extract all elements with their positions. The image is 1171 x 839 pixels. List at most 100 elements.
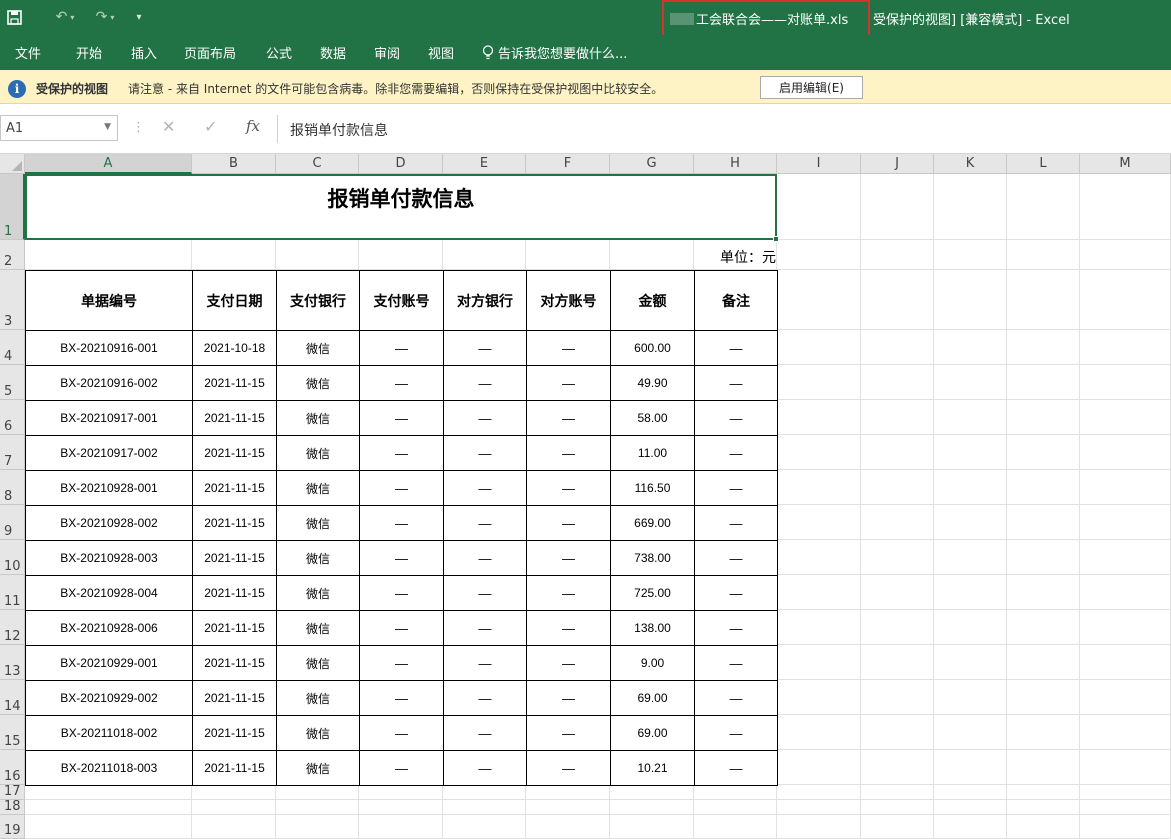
peer-account-cell[interactable]: —: [526, 540, 611, 576]
save-icon[interactable]: [4, 7, 24, 27]
amount-cell[interactable]: 9.00: [610, 645, 695, 681]
remark-cell[interactable]: —: [694, 330, 778, 366]
insert-function-icon[interactable]: fx: [246, 117, 260, 135]
fill-handle[interactable]: [773, 236, 779, 242]
pay-date-cell[interactable]: 2021-11-15: [192, 470, 277, 506]
column-heading[interactable]: 备注: [694, 270, 778, 331]
tab-view[interactable]: 视图: [428, 43, 454, 62]
customize-toolbar-icon[interactable]: ▾: [132, 7, 146, 27]
peer-account-cell[interactable]: —: [526, 505, 611, 541]
amount-cell[interactable]: 58.00: [610, 400, 695, 436]
doc-number-cell[interactable]: BX-20210929-002: [25, 680, 193, 716]
column-header-m[interactable]: M: [1080, 154, 1171, 174]
amount-cell[interactable]: 600.00: [610, 330, 695, 366]
pay-date-cell[interactable]: 2021-11-15: [192, 715, 277, 751]
pay-account-cell[interactable]: —: [359, 330, 444, 366]
amount-cell[interactable]: 69.00: [610, 715, 695, 751]
column-heading[interactable]: 对方银行: [443, 270, 527, 331]
remark-cell[interactable]: —: [694, 400, 778, 436]
chevron-down-icon[interactable]: ▼: [104, 122, 111, 132]
column-heading[interactable]: 支付账号: [359, 270, 444, 331]
remark-cell[interactable]: —: [694, 540, 778, 576]
column-header-a[interactable]: A: [25, 154, 192, 174]
pay-account-cell[interactable]: —: [359, 680, 444, 716]
row-header-7[interactable]: 7: [0, 435, 25, 470]
pay-bank-cell[interactable]: 微信: [276, 435, 360, 471]
pay-date-cell[interactable]: 2021-11-15: [192, 645, 277, 681]
pay-account-cell[interactable]: —: [359, 540, 444, 576]
cancel-icon[interactable]: ✕: [162, 117, 175, 136]
redo-icon[interactable]: ↷ ▾: [88, 7, 122, 27]
tab-data[interactable]: 数据: [320, 43, 346, 62]
column-header-e[interactable]: E: [443, 154, 526, 174]
remark-cell[interactable]: —: [694, 645, 778, 681]
pay-bank-cell[interactable]: 微信: [276, 470, 360, 506]
amount-cell[interactable]: 116.50: [610, 470, 695, 506]
pay-date-cell[interactable]: 2021-11-15: [192, 505, 277, 541]
column-header-h[interactable]: H: [694, 154, 777, 174]
peer-account-cell[interactable]: —: [526, 680, 611, 716]
undo-dropdown-icon[interactable]: ▾: [70, 13, 74, 22]
peer-account-cell[interactable]: —: [526, 330, 611, 366]
pay-bank-cell[interactable]: 微信: [276, 680, 360, 716]
row-header-9[interactable]: 9: [0, 505, 25, 540]
peer-bank-cell[interactable]: —: [443, 540, 527, 576]
pay-bank-cell[interactable]: 微信: [276, 330, 360, 366]
amount-cell[interactable]: 138.00: [610, 610, 695, 646]
column-header-f[interactable]: F: [526, 154, 610, 174]
amount-cell[interactable]: 738.00: [610, 540, 695, 576]
column-heading[interactable]: 金额: [610, 270, 695, 331]
pay-date-cell[interactable]: 2021-11-15: [192, 400, 277, 436]
row-header-15[interactable]: 15: [0, 715, 25, 750]
column-heading[interactable]: 支付日期: [192, 270, 277, 331]
pay-account-cell[interactable]: —: [359, 400, 444, 436]
pay-account-cell[interactable]: —: [359, 365, 444, 401]
peer-bank-cell[interactable]: —: [443, 435, 527, 471]
pay-bank-cell[interactable]: 微信: [276, 750, 360, 786]
pay-account-cell[interactable]: —: [359, 435, 444, 471]
pay-date-cell[interactable]: 2021-11-15: [192, 435, 277, 471]
doc-number-cell[interactable]: BX-20210929-001: [25, 645, 193, 681]
row-header-8[interactable]: 8: [0, 470, 25, 505]
remark-cell[interactable]: —: [694, 680, 778, 716]
pay-date-cell[interactable]: 2021-11-15: [192, 750, 277, 786]
peer-bank-cell[interactable]: —: [443, 715, 527, 751]
row-header-6[interactable]: 6: [0, 400, 25, 435]
pay-bank-cell[interactable]: 微信: [276, 400, 360, 436]
remark-cell[interactable]: —: [694, 470, 778, 506]
remark-cell[interactable]: —: [694, 365, 778, 401]
tab-home[interactable]: 开始: [76, 43, 102, 62]
column-header-b[interactable]: B: [192, 154, 276, 174]
worksheet-grid[interactable]: ABCDEFGHIJKLM 1 2 3 4 5 6 7 8 9 10 11 12 13 14 15 16 17 1…: [0, 154, 1171, 839]
peer-bank-cell[interactable]: —: [443, 470, 527, 506]
row-header-10[interactable]: 10: [0, 540, 25, 575]
amount-cell[interactable]: 11.00: [610, 435, 695, 471]
peer-bank-cell[interactable]: —: [443, 610, 527, 646]
row-header-4[interactable]: 4: [0, 330, 25, 365]
tab-file[interactable]: 文件: [0, 35, 56, 70]
pay-date-cell[interactable]: 2021-11-15: [192, 575, 277, 611]
doc-number-cell[interactable]: BX-20210916-001: [25, 330, 193, 366]
peer-account-cell[interactable]: —: [526, 645, 611, 681]
row-header-16[interactable]: 16: [0, 750, 25, 785]
amount-cell[interactable]: 669.00: [610, 505, 695, 541]
row-header-18[interactable]: 18: [0, 799, 25, 815]
pay-bank-cell[interactable]: 微信: [276, 575, 360, 611]
amount-cell[interactable]: 69.00: [610, 680, 695, 716]
pay-account-cell[interactable]: —: [359, 505, 444, 541]
pay-bank-cell[interactable]: 微信: [276, 505, 360, 541]
pay-date-cell[interactable]: 2021-11-15: [192, 365, 277, 401]
column-header-d[interactable]: D: [359, 154, 443, 174]
remark-cell[interactable]: —: [694, 715, 778, 751]
pay-date-cell[interactable]: 2021-11-15: [192, 680, 277, 716]
column-header-l[interactable]: L: [1007, 154, 1080, 174]
pay-account-cell[interactable]: —: [359, 645, 444, 681]
column-heading[interactable]: 单据编号: [25, 270, 193, 331]
remark-cell[interactable]: —: [694, 610, 778, 646]
amount-cell[interactable]: 49.90: [610, 365, 695, 401]
name-box[interactable]: A1 ▼: [0, 115, 118, 141]
remark-cell[interactable]: —: [694, 435, 778, 471]
column-header-j[interactable]: J: [861, 154, 934, 174]
column-heading[interactable]: 支付银行: [276, 270, 360, 331]
row-header-12[interactable]: 12: [0, 610, 25, 645]
